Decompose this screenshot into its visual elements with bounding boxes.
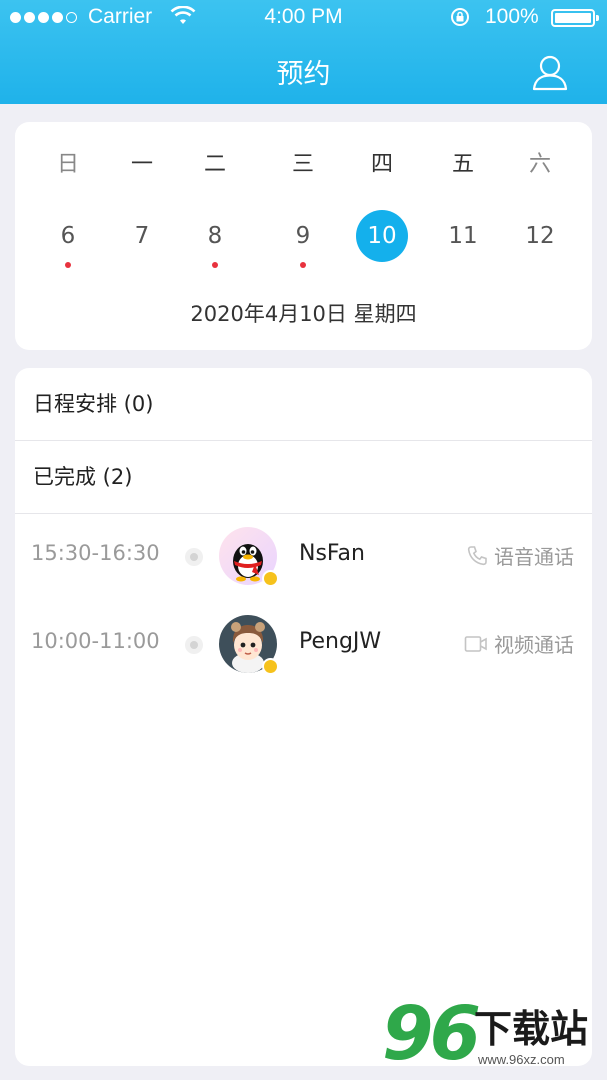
weekday-label: 三	[291, 152, 314, 177]
video-call-label[interactable]: 视频通话	[464, 629, 574, 658]
calendar-day[interactable]: 11	[433, 220, 493, 252]
voice-call-label[interactable]: 语音通话	[466, 541, 574, 570]
verified-badge-icon	[262, 570, 279, 587]
watermark-number: 96	[382, 991, 481, 1077]
contact-name: NsFan	[299, 541, 365, 566]
event-indicator-dot	[65, 262, 71, 268]
pending-schedule-header[interactable]: 日程安排 (0)	[15, 368, 592, 441]
phone-icon	[467, 545, 487, 565]
watermark-text: 下载站	[474, 1007, 589, 1051]
watermark-url: www.96xz.com	[478, 1052, 565, 1067]
calendar-day[interactable]: 8	[185, 220, 245, 252]
user-icon[interactable]	[530, 52, 570, 92]
weekday-label: 六	[528, 152, 551, 177]
app-header: Carrier 4:00 PM 100% 预约	[0, 0, 607, 104]
appointment-item[interactable]: 10:00-11:00 PengJW 视频通话	[15, 602, 592, 690]
weekday-label: 五	[451, 152, 474, 177]
weekday-label: 日	[56, 152, 79, 177]
rotation-lock-icon	[449, 6, 471, 34]
calendar-day-selected[interactable]: 10	[356, 210, 408, 262]
verified-badge-icon	[262, 658, 279, 675]
weekday-label: 二	[203, 152, 226, 177]
schedule-list: 日程安排 (0) 已完成 (2) 15:30-16:30 NsFan 语音通话	[15, 368, 592, 1066]
call-type-label: 视频通话	[494, 633, 574, 657]
appointment-time: 15:30-16:30	[31, 541, 160, 565]
appointment-time: 10:00-11:00	[31, 629, 160, 653]
call-type-label: 语音通话	[494, 545, 574, 569]
event-indicator-dot	[300, 262, 306, 268]
selected-date-label: 2020年4月10日 星期四	[190, 302, 417, 326]
qq-penguin-avatar[interactable]	[219, 527, 279, 587]
site-watermark-logo: 96 下载站 www.96xz.com	[378, 992, 607, 1080]
appointment-item[interactable]: 15:30-16:30 NsFan 语音通话	[15, 514, 592, 602]
week-calendar: 日 一 二 三 四 五 六 6 7 8 9 10 11 12 2020年4月10…	[15, 122, 592, 350]
battery-percentage: 100%	[485, 5, 539, 28]
video-icon	[464, 635, 487, 652]
calendar-day[interactable]: 12	[510, 220, 570, 252]
calendar-day[interactable]: 7	[112, 220, 172, 252]
timeline-dot-icon	[185, 636, 203, 654]
completed-section-header[interactable]: 已完成 (2)	[15, 441, 592, 514]
cartoon-boy-avatar[interactable]	[219, 615, 279, 675]
status-bar: Carrier 4:00 PM 100%	[0, 0, 607, 36]
timeline-dot-icon	[185, 548, 203, 566]
page-title: 预约	[276, 59, 331, 90]
battery-icon	[551, 9, 599, 27]
event-indicator-dot	[212, 262, 218, 268]
contact-name: PengJW	[299, 629, 382, 654]
calendar-day[interactable]: 9	[273, 220, 333, 252]
calendar-day[interactable]: 6	[38, 220, 98, 252]
weekday-label: 四	[370, 152, 393, 177]
weekday-label: 一	[130, 152, 153, 177]
